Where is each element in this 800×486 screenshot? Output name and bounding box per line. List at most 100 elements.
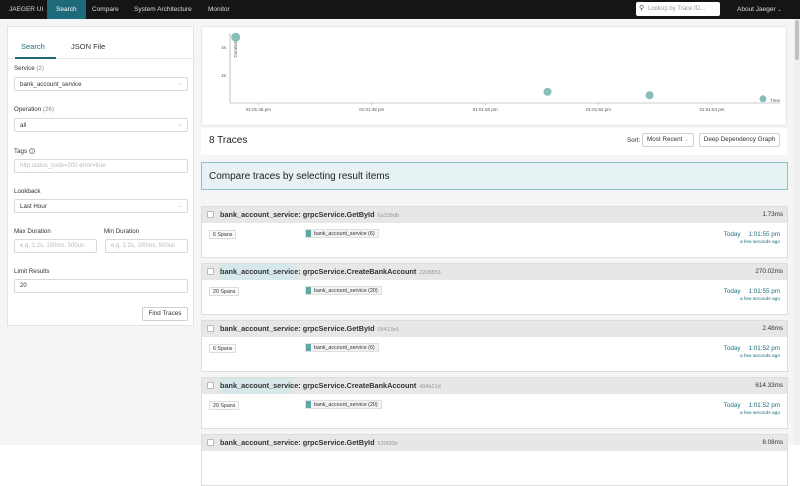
trace-service: bank_account_service:	[220, 438, 301, 447]
trace-item[interactable]: bank_account_service: grpcService.GetByI…	[201, 206, 788, 258]
nav-monitor[interactable]: Monitor	[199, 0, 239, 19]
x-axis-tail-label: Time	[770, 98, 780, 103]
trace-operation: grpcService.GetById	[302, 210, 375, 219]
page-scrollbar[interactable]	[794, 19, 800, 445]
service-tag: bank_account_service (6)	[305, 343, 379, 352]
x-tick-label: 01:01:50 pm	[473, 107, 498, 112]
service-tag: bank_account_service (20)	[305, 400, 382, 409]
trace-timestamp: Today 1:01:52 pm a few seconds ago	[724, 402, 780, 416]
y-tick-label: 4s	[221, 45, 227, 50]
nav-search[interactable]: Search	[47, 0, 86, 19]
chevron-down-icon: ⌄	[777, 7, 782, 13]
max-duration-input[interactable]: e.g. 1.2s, 100ms, 500us	[14, 239, 97, 253]
tags-input[interactable]: http.status_code=200 error=true	[14, 159, 188, 173]
service-color-swatch	[306, 401, 311, 408]
span-count-tag: 6 Spans	[209, 344, 237, 353]
service-tag: bank_account_service (20)	[305, 286, 382, 295]
trace-operation: grpcService.CreateBankAccount	[302, 381, 417, 390]
operation-select[interactable]: all ⌄	[14, 118, 188, 132]
about-jaeger-menu[interactable]: About Jaeger ⌄	[737, 0, 782, 19]
trace-item[interactable]: bank_account_service: grpcService.GetByI…	[201, 320, 788, 372]
trace-id-lookup-input[interactable]: ⚲ Lookup by Trace ID...	[636, 2, 720, 16]
trace-duration: 1.73ms	[762, 211, 783, 218]
trace-title[interactable]: bank_account_service: grpcService.Create…	[220, 378, 441, 394]
trace-day: Today	[723, 288, 741, 295]
x-tick-label: 01:01:46 pm	[246, 107, 271, 112]
service-label-text: Service	[14, 65, 35, 72]
x-tick-label: 01:01:54 pm	[699, 107, 724, 112]
trace-compare-checkbox[interactable]	[207, 325, 214, 332]
trace-point	[645, 91, 654, 100]
help-icon[interactable]: ?	[29, 148, 36, 155]
sort-value: Most Recent	[647, 136, 683, 143]
trace-title[interactable]: bank_account_service: grpcService.GetByI…	[220, 435, 397, 451]
tags-label-text: Tags	[14, 148, 28, 155]
trace-timestamp: Today 1:01:55 pm a few seconds ago	[724, 288, 780, 302]
operation-label-text: Operation	[14, 106, 42, 113]
service-color-swatch	[306, 230, 311, 237]
trace-service: bank_account_service:	[220, 267, 301, 276]
y-axis-label: Duration	[233, 40, 238, 58]
trace-title[interactable]: bank_account_service: grpcService.Create…	[220, 264, 441, 280]
trace-title[interactable]: bank_account_service: grpcService.GetByI…	[220, 207, 399, 223]
trace-id: 530f30b	[377, 441, 398, 447]
trace-id: 494b21d	[419, 384, 441, 390]
trace-day: Today	[723, 402, 741, 409]
top-nav: JAEGER UI Search Compare System Architec…	[0, 0, 800, 19]
scrollbar-thumb[interactable]	[795, 20, 799, 60]
trace-count: 8 Traces	[209, 135, 248, 146]
x-tick-label: 01:01:48 pm	[359, 107, 384, 112]
sort-select[interactable]: Most Recent ⌄	[642, 133, 694, 147]
trace-compare-checkbox[interactable]	[207, 211, 214, 218]
trace-scatter-chart: Duration 4s 2s 01:01:46 pm 01:01:48 pm 01:01:…	[201, 26, 787, 126]
trace-id: 06413e5	[377, 327, 399, 333]
lookback-select[interactable]: Last Hour ⌄	[14, 199, 188, 213]
trace-title[interactable]: bank_account_service: grpcService.GetByI…	[220, 321, 399, 337]
tab-search[interactable]: Search	[21, 42, 45, 51]
trace-item[interactable]: bank_account_service: grpcService.Create…	[201, 263, 788, 315]
tags-label: Tags?	[14, 148, 36, 155]
min-duration-input[interactable]: e.g. 1.2s, 100ms, 500us	[105, 239, 188, 253]
trace-timestamp: Today 1:01:52 pm a few seconds ago	[724, 345, 780, 359]
chevron-down-icon: ⌄	[177, 81, 182, 87]
service-color-swatch	[306, 344, 311, 351]
scatter-plot-svg: Duration 4s 2s 01:01:46 pm 01:01:48 pm 01:01:…	[221, 32, 780, 112]
trace-title-bar[interactable]: bank_account_service: grpcService.Create…	[202, 378, 787, 394]
trace-compare-checkbox[interactable]	[207, 382, 214, 389]
results-header: 8 Traces Sort: Most Recent ⌄ Deep Depende…	[201, 128, 787, 155]
trace-operation: grpcService.GetById	[302, 324, 375, 333]
trace-title-bar[interactable]: bank_account_service: grpcService.GetByI…	[202, 435, 787, 451]
sort-label: Sort:	[627, 137, 641, 144]
trace-title-bar[interactable]: bank_account_service: grpcService.GetByI…	[202, 207, 787, 223]
brand-logo[interactable]: JAEGER UI	[0, 0, 52, 19]
service-value: bank_account_service	[20, 81, 82, 88]
trace-item[interactable]: bank_account_service: grpcService.GetByI…	[201, 434, 788, 486]
trace-title-bar[interactable]: bank_account_service: grpcService.Create…	[202, 264, 787, 280]
find-traces-button[interactable]: Find Traces	[142, 307, 188, 321]
deep-dependency-graph-button[interactable]: Deep Dependency Graph	[699, 133, 780, 147]
service-tag-text: bank_account_service (6)	[314, 345, 375, 351]
trace-compare-checkbox[interactable]	[207, 268, 214, 275]
chevron-down-icon: ⌄	[177, 122, 182, 128]
service-count: (2)	[36, 65, 44, 72]
service-tag: bank_account_service (6)	[305, 229, 379, 238]
service-tag-text: bank_account_service (20)	[314, 288, 378, 294]
trace-duration: 270.02ms	[755, 268, 783, 275]
service-tag-text: bank_account_service (20)	[314, 402, 378, 408]
trace-day: Today	[723, 345, 741, 352]
tab-json-file[interactable]: JSON File	[71, 42, 105, 51]
service-select[interactable]: bank_account_service ⌄	[14, 77, 188, 91]
nav-compare[interactable]: Compare	[83, 0, 128, 19]
span-count-tag: 20 Spans	[209, 287, 240, 296]
trace-service: bank_account_service:	[220, 210, 301, 219]
trace-duration: 8.08ms	[762, 439, 783, 446]
trace-title-bar[interactable]: bank_account_service: grpcService.GetByI…	[202, 321, 787, 337]
limit-results-input[interactable]: 20	[14, 279, 188, 293]
trace-id: 6a338db	[377, 213, 399, 219]
trace-relative-time: a few seconds ago	[739, 297, 780, 302]
operation-label: Operation (26)	[14, 106, 54, 113]
nav-system-architecture[interactable]: System Architecture	[125, 0, 201, 19]
trace-relative-time: a few seconds ago	[739, 354, 780, 359]
trace-relative-time: a few seconds ago	[739, 240, 780, 245]
trace-item[interactable]: bank_account_service: grpcService.Create…	[201, 377, 788, 429]
